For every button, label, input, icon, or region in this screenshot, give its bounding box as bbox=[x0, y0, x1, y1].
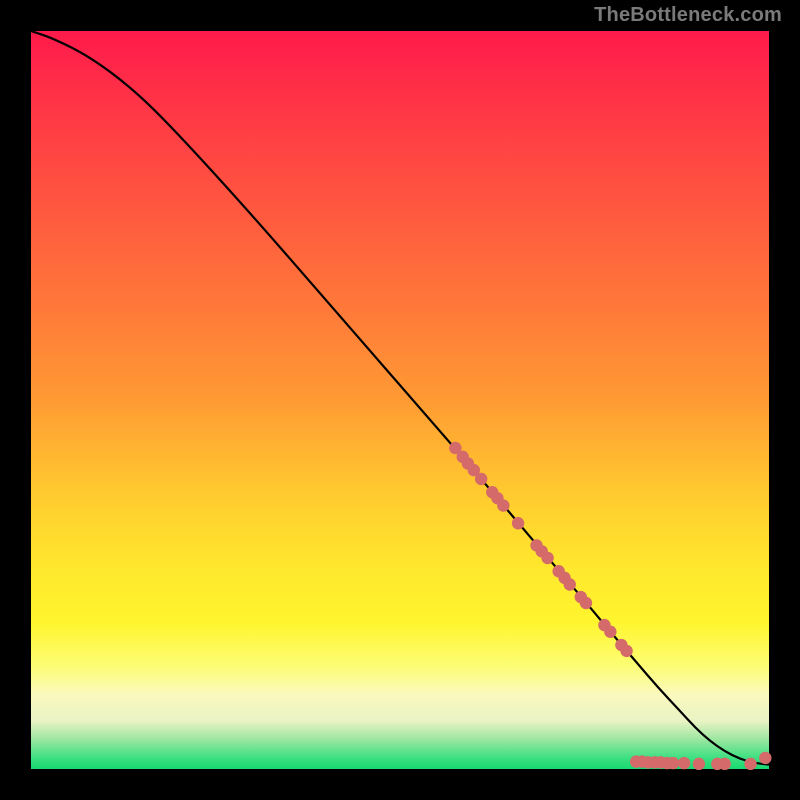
plot-area bbox=[31, 31, 769, 769]
data-dot bbox=[719, 758, 731, 770]
data-dots bbox=[449, 442, 771, 770]
data-dot bbox=[759, 752, 771, 764]
data-dot bbox=[541, 552, 553, 564]
data-dot bbox=[475, 473, 487, 485]
main-curve bbox=[31, 31, 769, 765]
data-dot bbox=[620, 645, 632, 657]
data-dot bbox=[580, 597, 592, 609]
data-dot bbox=[693, 758, 705, 770]
chart-svg bbox=[31, 31, 769, 769]
data-dot bbox=[497, 499, 509, 511]
stage: TheBottleneck.com bbox=[0, 0, 800, 800]
data-dot bbox=[564, 578, 576, 590]
data-dot bbox=[667, 757, 679, 769]
data-dot bbox=[744, 758, 756, 770]
watermark-label: TheBottleneck.com bbox=[594, 4, 782, 27]
data-dot bbox=[678, 757, 690, 769]
data-dot bbox=[604, 626, 616, 638]
data-dot bbox=[512, 517, 524, 529]
